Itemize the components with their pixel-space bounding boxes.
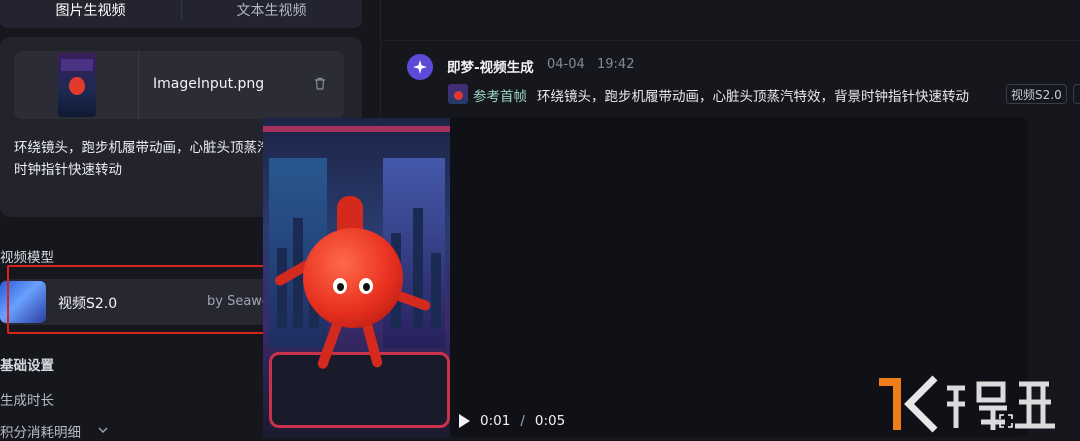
watermark-logo <box>879 375 1055 433</box>
divider <box>381 40 1080 41</box>
mode-tabs: 图片生视频 文本生视频 <box>0 0 362 28</box>
message-time: 19:42 <box>597 57 635 72</box>
bot-avatar <box>407 54 433 80</box>
message-prompt: 环绕镜头，跑步机履带动画，心脏头顶蒸汽特效，背景时钟指针快速转动 <box>537 89 969 105</box>
sparkle-icon <box>413 60 427 74</box>
filename: ImageInput.png <box>153 76 265 92</box>
duration-label: 生成时长 <box>0 393 54 409</box>
reference-frame-thumbnail[interactable] <box>448 84 468 104</box>
tab-label: 图片生视频 <box>55 3 126 19</box>
duration: 0:05 <box>534 413 566 429</box>
image-thumbnail-box <box>14 51 139 119</box>
time-separator: / <box>520 413 525 429</box>
model-tag: 视频S2.0 <box>1006 84 1067 104</box>
sender-name: 即梦-视频生成 <box>447 60 534 76</box>
model-section-title: 视频模型 <box>0 250 54 266</box>
message-date: 04-04 <box>547 57 585 72</box>
chat-area: 即梦-视频生成 04-04 19:42 参考首帧 环绕镜头，跑步机履带动画，心脏… <box>381 0 1080 437</box>
basic-settings-title: 基础设置 <box>0 358 54 374</box>
current-time: 0:01 <box>480 413 511 429</box>
reference-frame-label: 参考首帧 <box>473 89 527 105</box>
tab-text-to-video[interactable]: 文本生视频 <box>181 0 362 28</box>
tab-image-to-video[interactable]: 图片生视频 <box>0 0 181 28</box>
trash-icon[interactable] <box>314 77 326 90</box>
chevron-down-icon[interactable] <box>98 427 108 433</box>
video-player[interactable] <box>263 118 450 438</box>
video-controls: 0:01 / 0:05 <box>459 410 565 432</box>
play-icon[interactable] <box>459 414 470 428</box>
tab-divider <box>181 0 182 20</box>
image-thumbnail <box>58 53 96 117</box>
uploaded-file[interactable]: ImageInput.png <box>14 51 344 119</box>
credits-detail-label[interactable]: 积分消耗明细 <box>0 421 81 441</box>
tag-partial <box>1073 84 1080 104</box>
tab-label: 文本生视频 <box>236 3 307 19</box>
